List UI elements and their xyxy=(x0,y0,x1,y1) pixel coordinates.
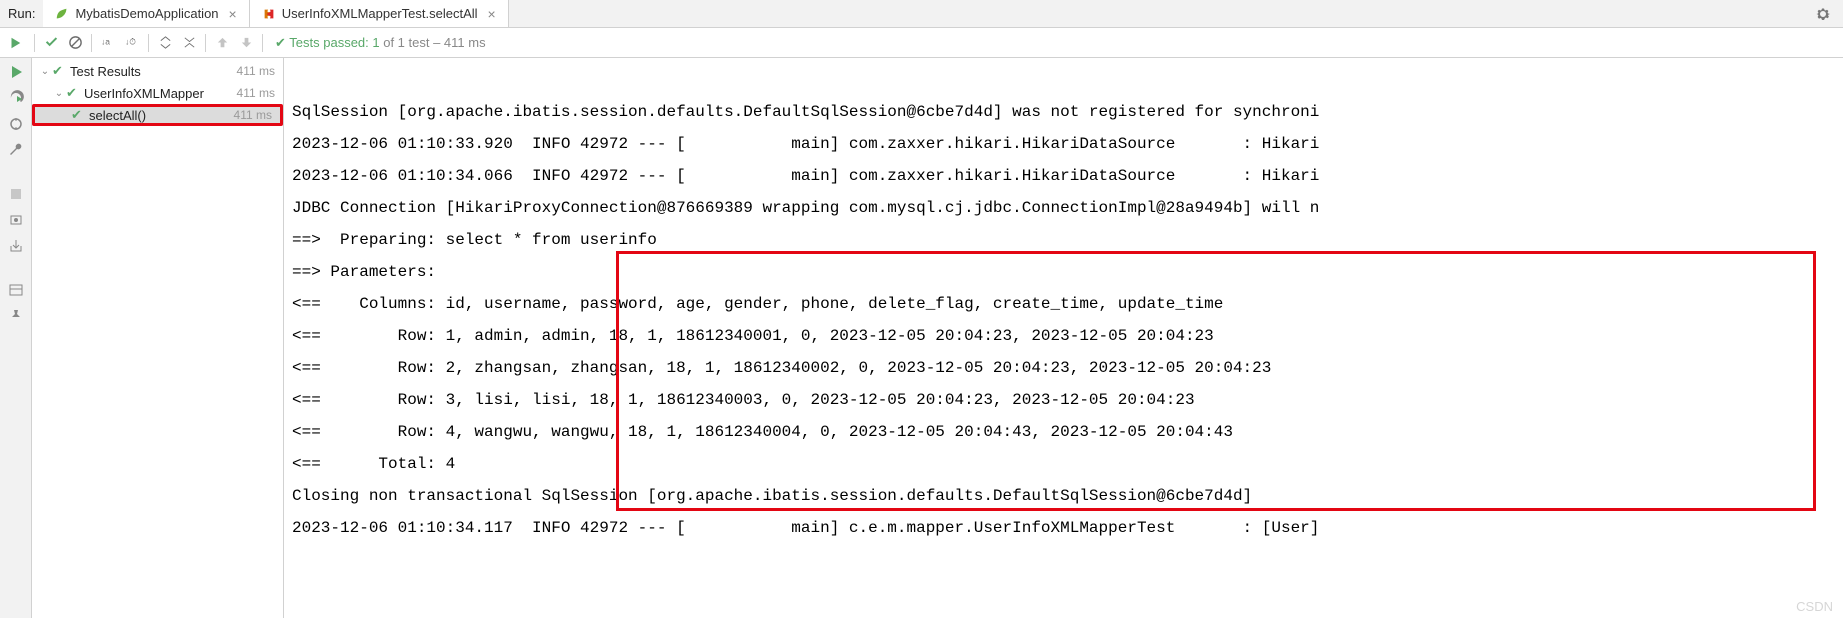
tab-label: UserInfoXMLMapperTest.selectAll xyxy=(282,6,478,21)
pin-icon[interactable] xyxy=(8,308,24,324)
next-failed-button[interactable] xyxy=(234,31,258,55)
dump-icon[interactable] xyxy=(8,212,24,228)
log-line: ==> Parameters: xyxy=(292,263,446,281)
test-tree: ⌄ ✔ Test Results 411 ms ⌄ ✔ UserInfoXMLM… xyxy=(32,58,284,618)
check-icon: ✔ xyxy=(66,85,80,101)
log-line: ==> Preparing: select * from userinfo xyxy=(292,231,657,249)
log-line: <== Row: 3, lisi, lisi, 18, 1, 186123400… xyxy=(292,391,1195,409)
test-toolbar: ↓a ↓⏱ ✔ Tests passed: 1 of 1 test – 411 … xyxy=(0,28,1843,58)
status-detail-label: of 1 test – 411 ms xyxy=(380,35,486,50)
tree-root[interactable]: ⌄ ✔ Test Results 411 ms xyxy=(32,60,283,82)
tab-label: MybatisDemoApplication xyxy=(75,6,218,21)
sort-duration-button[interactable]: ↓⏱ xyxy=(120,31,144,55)
separator xyxy=(91,34,92,52)
log-line: <== Row: 4, wangwu, wangwu, 18, 1, 18612… xyxy=(292,423,1233,441)
log-line: <== Row: 2, zhangsan, zhangsan, 18, 1, 1… xyxy=(292,359,1271,377)
export-icon[interactable] xyxy=(8,238,24,254)
stop-icon[interactable] xyxy=(8,186,24,202)
run-config-tab-test[interactable]: UserInfoXMLMapperTest.selectAll × xyxy=(250,0,509,27)
log-line: SqlSession [org.apache.ibatis.session.de… xyxy=(292,103,1319,121)
play-icon[interactable] xyxy=(8,36,22,50)
console-output[interactable]: SqlSession [org.apache.ibatis.session.de… xyxy=(284,58,1843,618)
log-line: JDBC Connection [HikariProxyConnection@8… xyxy=(292,199,1319,217)
log-line: <== Columns: id, username, password, age… xyxy=(292,295,1223,313)
run-tab-bar: Run: MybatisDemoApplication × UserInfoXM… xyxy=(0,0,1843,28)
separator xyxy=(148,34,149,52)
tree-method-node[interactable]: ✔ selectAll() 411 ms xyxy=(32,104,283,126)
close-icon[interactable]: × xyxy=(229,6,237,22)
tree-time: 411 ms xyxy=(237,86,283,100)
annotation-highlight-box xyxy=(616,251,1816,511)
expand-all-button[interactable] xyxy=(153,31,177,55)
run-config-tab-mybatis[interactable]: MybatisDemoApplication × xyxy=(43,0,249,27)
log-line: <== Total: 4 xyxy=(292,455,455,473)
run-label: Run: xyxy=(8,6,35,21)
show-ignored-toggle[interactable] xyxy=(63,31,87,55)
tree-class-node[interactable]: ⌄ ✔ UserInfoXMLMapper 411 ms xyxy=(32,82,283,104)
log-line: 2023-12-06 01:10:33.920 INFO 42972 --- [… xyxy=(292,135,1319,153)
tree-label: UserInfoXMLMapper xyxy=(84,86,237,101)
wrench-icon[interactable] xyxy=(8,142,24,158)
svg-text:↓⏱: ↓⏱ xyxy=(125,36,136,46)
separator xyxy=(205,34,206,52)
tree-label: Test Results xyxy=(70,64,237,79)
rerun-icon[interactable] xyxy=(8,64,24,80)
tree-label: selectAll() xyxy=(89,108,234,123)
layout-icon[interactable] xyxy=(8,282,24,298)
prev-failed-button[interactable] xyxy=(210,31,234,55)
spring-leaf-icon xyxy=(55,7,69,21)
chevron-down-icon[interactable]: ⌄ xyxy=(52,88,66,99)
close-icon[interactable]: × xyxy=(488,6,496,22)
watermark: CSDN xyxy=(1796,599,1833,614)
tree-time: 411 ms xyxy=(237,64,283,78)
toggle-auto-icon[interactable] xyxy=(8,116,24,132)
rerun-failed-icon[interactable] xyxy=(8,90,24,106)
log-line: <== Row: 1, admin, admin, 18, 1, 1861234… xyxy=(292,327,1214,345)
status-passed-label: Tests passed: 1 xyxy=(289,35,379,50)
test-status-text: ✔ Tests passed: 1 of 1 test – 411 ms xyxy=(275,35,486,51)
check-icon: ✔ xyxy=(52,63,66,79)
log-line: 2023-12-06 01:10:34.066 INFO 42972 --- [… xyxy=(292,167,1319,185)
log-line: Closing non transactional SqlSession [or… xyxy=(292,487,1252,505)
check-icon: ✔ xyxy=(71,107,85,123)
separator xyxy=(262,34,263,52)
arrows-icon xyxy=(262,7,276,21)
chevron-down-icon[interactable]: ⌄ xyxy=(38,66,52,77)
show-passed-toggle[interactable] xyxy=(39,31,63,55)
svg-text:↓a: ↓a xyxy=(101,36,110,46)
collapse-all-button[interactable] xyxy=(177,31,201,55)
tool-gutter xyxy=(0,58,32,618)
check-icon: ✔ xyxy=(275,35,289,50)
gear-icon[interactable] xyxy=(1815,6,1831,22)
tree-time: 411 ms xyxy=(234,108,280,122)
separator xyxy=(34,34,35,52)
log-line: 2023-12-06 01:10:34.117 INFO 42972 --- [… xyxy=(292,519,1319,537)
sort-alpha-button[interactable]: ↓a xyxy=(96,31,120,55)
